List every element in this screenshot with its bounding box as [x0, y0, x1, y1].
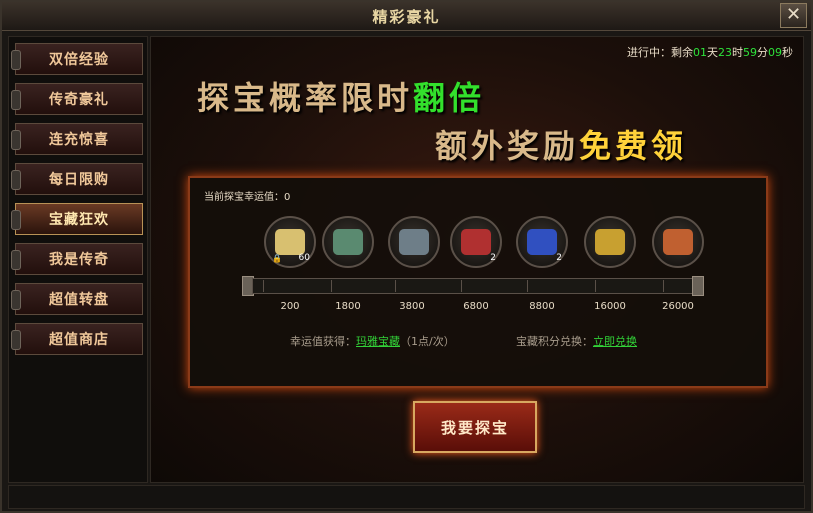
title-bar: 精彩豪礼 ✕ [2, 2, 811, 31]
explore-treasure-button[interactable]: 我要探宝 [413, 401, 537, 453]
reward-slot-4[interactable]: 2 [450, 216, 502, 268]
reward-slot-1[interactable]: 🔒 60 [264, 216, 316, 268]
exchange-label: 宝藏积分兑换： [516, 335, 593, 348]
reward-count: 2 [490, 253, 496, 263]
timer-day-unit: 天 [707, 46, 718, 59]
progress-divider [331, 280, 332, 292]
sidebar-item-label: 传奇豪礼 [49, 92, 109, 108]
window-title: 精彩豪礼 [372, 8, 441, 26]
milestone-label: 6800 [463, 301, 489, 312]
tab-pin-icon [11, 250, 21, 270]
reward-slot-5[interactable]: 2 [516, 216, 568, 268]
sidebar-item-daily-limit[interactable]: 每日限购 [11, 163, 143, 195]
luck-label: 当前探宝幸运值： [204, 192, 284, 203]
banner-text: 探宝概率限时 [197, 79, 414, 117]
footer-bar [8, 485, 805, 509]
chest-icon [333, 229, 363, 255]
tab-pin-icon [11, 290, 21, 310]
sidebar-item-i-am-legend[interactable]: 我是传奇 [11, 243, 143, 275]
maya-treasure-link[interactable]: 玛雅宝藏 [356, 335, 400, 348]
milestone-label: 8800 [529, 301, 555, 312]
tab-pin-icon [11, 90, 21, 110]
sidebar-item-wheel[interactable]: 超值转盘 [11, 283, 143, 315]
banner-highlight: 翻倍 [413, 79, 486, 117]
sidebar-item-label: 双倍经验 [49, 52, 109, 68]
sidebar-item-label: 宝藏狂欢 [49, 212, 109, 228]
sidebar-item-label: 连充惊喜 [49, 132, 109, 148]
main-content: 进行中：剩余01天23时59分09秒 探宝概率限时翻倍 额外奖励免费领 当前探宝… [150, 36, 804, 483]
progress-divider [461, 280, 462, 292]
reward-slot-2[interactable] [322, 216, 374, 268]
tab-pin-icon [11, 210, 21, 230]
timer-prefix: 进行中：剩余 [627, 46, 693, 59]
reward-slot-6[interactable] [584, 216, 636, 268]
scroll-icon [275, 229, 305, 255]
reward-count: 2 [556, 253, 562, 263]
reward-slot-3[interactable] [388, 216, 440, 268]
timer-days: 01 [693, 46, 707, 59]
luck-progress-bar [252, 278, 694, 294]
banner-text: 额外奖励 [435, 127, 580, 165]
milestone-label: 1800 [335, 301, 361, 312]
chest-icon [399, 229, 429, 255]
timer-minutes: 59 [743, 46, 757, 59]
banner-line-1: 探宝概率限时翻倍 [197, 73, 485, 119]
sidebar-item-label: 超值商店 [49, 332, 109, 348]
sidebar-item-shop[interactable]: 超值商店 [11, 323, 143, 355]
sidebar-item-double-exp[interactable]: 双倍经验 [11, 43, 143, 75]
close-button[interactable]: ✕ [780, 3, 807, 28]
progress-divider [527, 280, 528, 292]
exchange-now-link[interactable]: 立即兑换 [593, 335, 637, 348]
timer-hours: 23 [718, 46, 732, 59]
banner-line-2: 额外奖励免费领 [435, 121, 687, 167]
timer-seconds: 09 [768, 46, 782, 59]
chest-icon [663, 229, 693, 255]
reward-panel: 当前探宝幸运值：0 🔒 60 2 2 200 1800 3800 6800 88… [188, 176, 768, 388]
timer-second-unit: 秒 [782, 46, 793, 59]
timer-minute-unit: 分 [757, 46, 768, 59]
tab-pin-icon [11, 330, 21, 350]
luck-display: 当前探宝幸运值：0 [204, 188, 290, 203]
sidebar-item-recharge-surprise[interactable]: 连充惊喜 [11, 123, 143, 155]
progress-divider [263, 280, 264, 292]
lock-icon: 🔒 [272, 254, 282, 263]
gift-window: 精彩豪礼 ✕ 双倍经验 传奇豪礼 连充惊喜 每日限购 宝藏狂欢 我是传奇 超值转… [0, 0, 813, 513]
sidebar-item-label: 我是传奇 [49, 252, 109, 268]
sidebar-item-treasure-carnival[interactable]: 宝藏狂欢 [11, 203, 143, 235]
milestone-label: 3800 [399, 301, 425, 312]
reward-slot-7[interactable] [652, 216, 704, 268]
luck-value: 0 [284, 192, 291, 203]
exchange-info: 宝藏积分兑换：立即兑换 [516, 333, 637, 349]
progress-divider [595, 280, 596, 292]
tab-pin-icon [11, 130, 21, 150]
obtain-label: 幸运值获得： [290, 335, 356, 348]
banner-highlight: 免费领 [579, 127, 688, 165]
progress-divider [663, 280, 664, 292]
chest-icon [461, 229, 491, 255]
luck-source-info: 幸运值获得：玛雅宝藏（1点/次） [290, 333, 455, 349]
chest-icon [595, 229, 625, 255]
tab-pin-icon [11, 50, 21, 70]
progress-endcap-right [692, 276, 704, 296]
timer-hour-unit: 时 [732, 46, 743, 59]
milestone-label: 200 [280, 301, 300, 312]
sidebar: 双倍经验 传奇豪礼 连充惊喜 每日限购 宝藏狂欢 我是传奇 超值转盘 超值商店 [8, 36, 148, 483]
milestone-label: 16000 [594, 301, 626, 312]
reward-count: 60 [298, 253, 310, 263]
chest-icon [527, 229, 557, 255]
countdown-timer: 进行中：剩余01天23时59分09秒 [627, 44, 793, 60]
sidebar-item-label: 超值转盘 [49, 292, 109, 308]
milestone-label: 26000 [662, 301, 694, 312]
obtain-rate: （1点/次） [400, 335, 455, 348]
progress-divider [395, 280, 396, 292]
tab-pin-icon [11, 170, 21, 190]
sidebar-item-label: 每日限购 [49, 172, 109, 188]
sidebar-item-legend-gift[interactable]: 传奇豪礼 [11, 83, 143, 115]
